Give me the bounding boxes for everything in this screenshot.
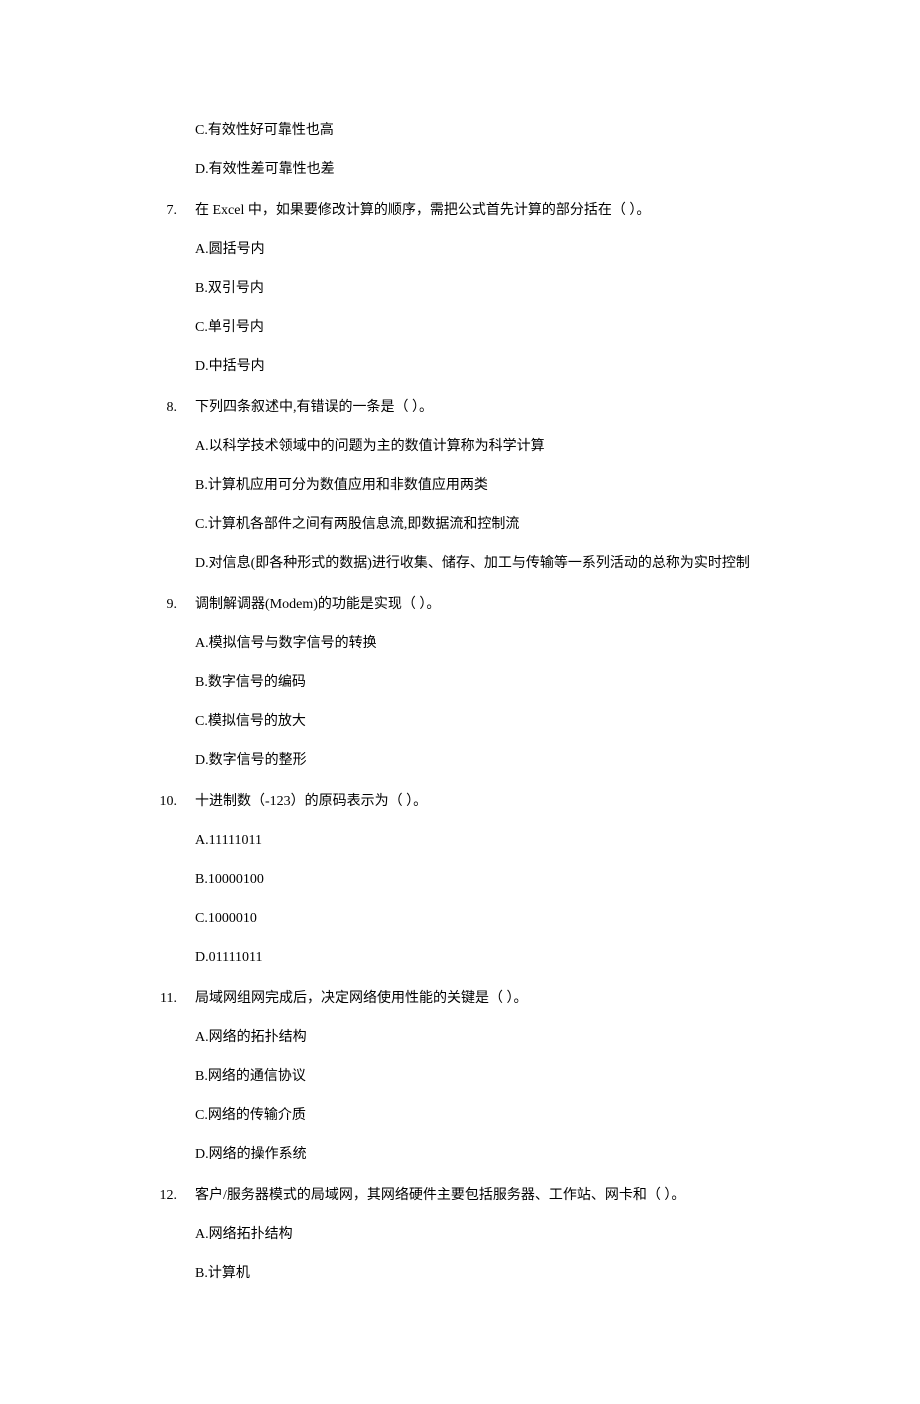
question-text: 下列四条叙述中,有错误的一条是（ ）。 [195,397,800,418]
question-number: 10. [140,791,195,812]
question-text: 调制解调器(Modem)的功能是实现（ ）。 [195,594,800,615]
question-number: 11. [140,988,195,1009]
question-text: 局域网组网完成后，决定网络使用性能的关键是（ ）。 [195,988,800,1009]
question-9: 9. 调制解调器(Modem)的功能是实现（ ）。 A.模拟信号与数字信号的转换… [140,594,800,771]
option-item: D.中括号内 [195,356,800,377]
question-number: 9. [140,594,195,615]
option-item: D.01111011 [195,947,800,968]
option-item: D.网络的操作系统 [195,1144,800,1165]
page-content: C.有效性好可靠性也高 D.有效性差可靠性也差 7. 在 Excel 中，如果要… [0,0,920,1404]
question-7: 7. 在 Excel 中，如果要修改计算的顺序，需把公式首先计算的部分括在（ ）… [140,200,800,377]
option-item: C.模拟信号的放大 [195,711,800,732]
option-item: B.计算机应用可分为数值应用和非数值应用两类 [195,475,800,496]
question-8: 8. 下列四条叙述中,有错误的一条是（ ）。 A.以科学技术领域中的问题为主的数… [140,397,800,574]
option-item: A.11111011 [195,830,800,851]
question-text: 十进制数（-123）的原码表示为（ ）。 [195,791,800,812]
option-item: A.圆括号内 [195,239,800,260]
option-item: A.网络拓扑结构 [195,1224,800,1245]
question-text: 在 Excel 中，如果要修改计算的顺序，需把公式首先计算的部分括在（ ）。 [195,200,800,221]
orphan-options-top: C.有效性好可靠性也高 D.有效性差可靠性也差 [140,120,800,180]
option-item: C.网络的传输介质 [195,1105,800,1126]
question-10: 10. 十进制数（-123）的原码表示为（ ）。 A.11111011 B.10… [140,791,800,968]
option-item: B.计算机 [195,1263,800,1284]
option-item: C.计算机各部件之间有两股信息流,即数据流和控制流 [195,514,800,535]
option-item: B.网络的通信协议 [195,1066,800,1087]
option-item: B.10000100 [195,869,800,890]
option-item: D.数字信号的整形 [195,750,800,771]
option-item: C.1000010 [195,908,800,929]
question-number: 7. [140,200,195,221]
option-item: C.有效性好可靠性也高 [195,120,800,141]
question-number: 12. [140,1185,195,1206]
question-number: 8. [140,397,195,418]
option-item: C.单引号内 [195,317,800,338]
option-item: A.以科学技术领域中的问题为主的数值计算称为科学计算 [195,436,800,457]
option-item: D.对信息(即各种形式的数据)进行收集、储存、加工与传输等一系列活动的总称为实时… [195,553,800,574]
option-item: B.数字信号的编码 [195,672,800,693]
option-item: D.有效性差可靠性也差 [195,159,800,180]
question-text: 客户/服务器模式的局域网，其网络硬件主要包括服务器、工作站、网卡和（ ）。 [195,1185,800,1206]
question-12: 12. 客户/服务器模式的局域网，其网络硬件主要包括服务器、工作站、网卡和（ ）… [140,1185,800,1284]
option-item: B.双引号内 [195,278,800,299]
option-item: A.模拟信号与数字信号的转换 [195,633,800,654]
question-11: 11. 局域网组网完成后，决定网络使用性能的关键是（ ）。 A.网络的拓扑结构 … [140,988,800,1165]
option-item: A.网络的拓扑结构 [195,1027,800,1048]
